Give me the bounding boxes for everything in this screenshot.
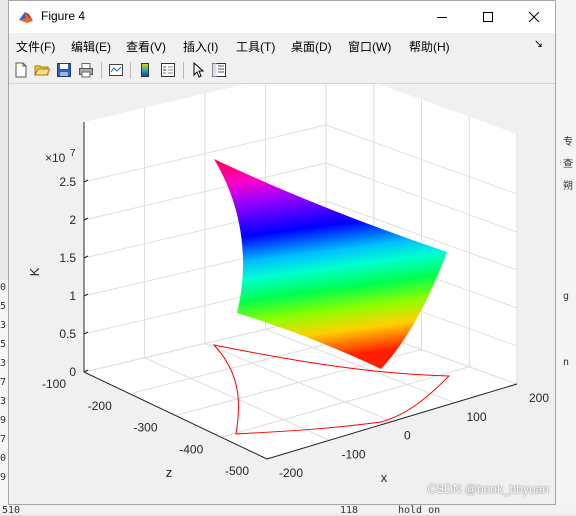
property-editor-icon[interactable]: [211, 62, 227, 78]
x-tick-label: -200: [279, 466, 303, 480]
background-status-text: 118: [340, 505, 359, 516]
background-panel-right: [556, 0, 576, 514]
background-panel-bottom: [0, 505, 576, 514]
y-tick-label: -400: [179, 442, 203, 456]
background-line-number: 9: [0, 472, 7, 483]
background-line-number: 7: [0, 434, 7, 445]
z-tick-label: 1: [69, 289, 76, 303]
background-line-number: 9: [0, 415, 7, 426]
background-line-number: 3: [0, 320, 7, 331]
menu-edit[interactable]: 编辑(E): [71, 38, 111, 55]
menu-help[interactable]: 帮助(H): [409, 38, 450, 55]
menu-insert[interactable]: 插入(I): [183, 38, 218, 55]
print-icon[interactable]: [78, 62, 94, 78]
background-status-text: 510: [2, 505, 21, 516]
z-tick-label: 0.5: [59, 327, 76, 341]
z-exponent-power: 7: [70, 148, 76, 159]
background-code-text: hold on: [398, 505, 441, 516]
figure-toolbar: [9, 57, 555, 84]
menu-file[interactable]: 文件(F): [16, 38, 55, 55]
background-code-glyph: 专: [563, 137, 573, 148]
z-tick-label: 0: [69, 365, 76, 379]
link-plot-icon[interactable]: [108, 62, 124, 78]
minimize-icon: [437, 17, 447, 18]
background-code-glyph: 朔: [563, 181, 573, 192]
menu-desktop[interactable]: 桌面(D): [291, 38, 332, 55]
menu-tools[interactable]: 工具(T): [236, 38, 275, 55]
new-figure-icon[interactable]: [13, 62, 29, 78]
open-folder-icon[interactable]: [34, 62, 50, 78]
background-code-glyph: n: [563, 357, 570, 368]
close-button[interactable]: [511, 1, 555, 33]
z-axis-label: K: [27, 267, 42, 276]
save-icon[interactable]: [56, 62, 72, 78]
z-tick-label: 1.5: [59, 251, 76, 265]
z-exponent-label: ×10: [45, 151, 66, 165]
toolbar-separator: [130, 62, 131, 79]
title-bar: Figure 4: [9, 1, 555, 33]
z-tick-label: 2: [69, 213, 76, 227]
menu-window[interactable]: 窗口(W): [348, 38, 391, 55]
plot-area[interactable]: 0 0.5 1 1.5 2 2.5 -100 -200 -300 -400 -500 -200 -100…: [9, 65, 556, 505]
window-title: Figure 4: [41, 9, 86, 23]
y-axis-label: z: [166, 465, 173, 480]
menu-bar: 文件(F) 编辑(E) 查看(V) 插入(I) 工具(T) 桌面(D) 窗口(W…: [9, 33, 555, 57]
x-tick-label: 100: [467, 410, 487, 424]
maximize-icon: [483, 12, 493, 22]
y-tick-label: -200: [88, 399, 112, 413]
minimize-button[interactable]: [419, 1, 465, 33]
x-tick-label: 0: [404, 429, 411, 443]
background-line-number: 5: [0, 301, 7, 312]
background-code-glyph: g: [563, 291, 570, 302]
background-line-number: 0: [0, 282, 7, 293]
x-tick-label: -100: [342, 447, 366, 461]
y-tick-label: -300: [133, 421, 157, 435]
colorbar-icon[interactable]: [137, 62, 153, 78]
toolbar-separator: [183, 62, 184, 79]
maximize-button[interactable]: [465, 1, 511, 33]
y-tick-label: -500: [225, 464, 249, 478]
pointer-icon[interactable]: [190, 62, 206, 78]
background-line-number: 5: [0, 339, 7, 350]
matlab-logo-icon: [19, 12, 33, 23]
background-code-glyph: 查: [563, 159, 573, 170]
menu-view[interactable]: 查看(V): [126, 38, 166, 55]
toolbar-separator: [101, 62, 102, 79]
background-line-number: 3: [0, 396, 7, 407]
menu-dock-arrow-icon[interactable]: ↘: [534, 37, 543, 50]
x-tick-label: 200: [529, 391, 549, 405]
background-line-number: 7: [0, 377, 7, 388]
y-tick-label: -100: [42, 377, 66, 391]
background-line-number: 3: [0, 358, 7, 369]
close-icon: [528, 11, 540, 23]
figure-window: Figure 4 文件(F) 编辑(E) 查看(V) 插入(I) 工具(T) 桌…: [8, 0, 556, 505]
legend-icon[interactable]: [160, 62, 176, 78]
z-tick-label: 2.5: [59, 175, 76, 189]
background-line-number: 0: [0, 453, 7, 464]
x-axis-label: x: [381, 470, 388, 485]
watermark: CSDN @book_bbyuan: [427, 482, 549, 496]
surface-plot[interactable]: 0 0.5 1 1.5 2 2.5 -100 -200 -300 -400 -500 -200 -100…: [9, 65, 556, 505]
